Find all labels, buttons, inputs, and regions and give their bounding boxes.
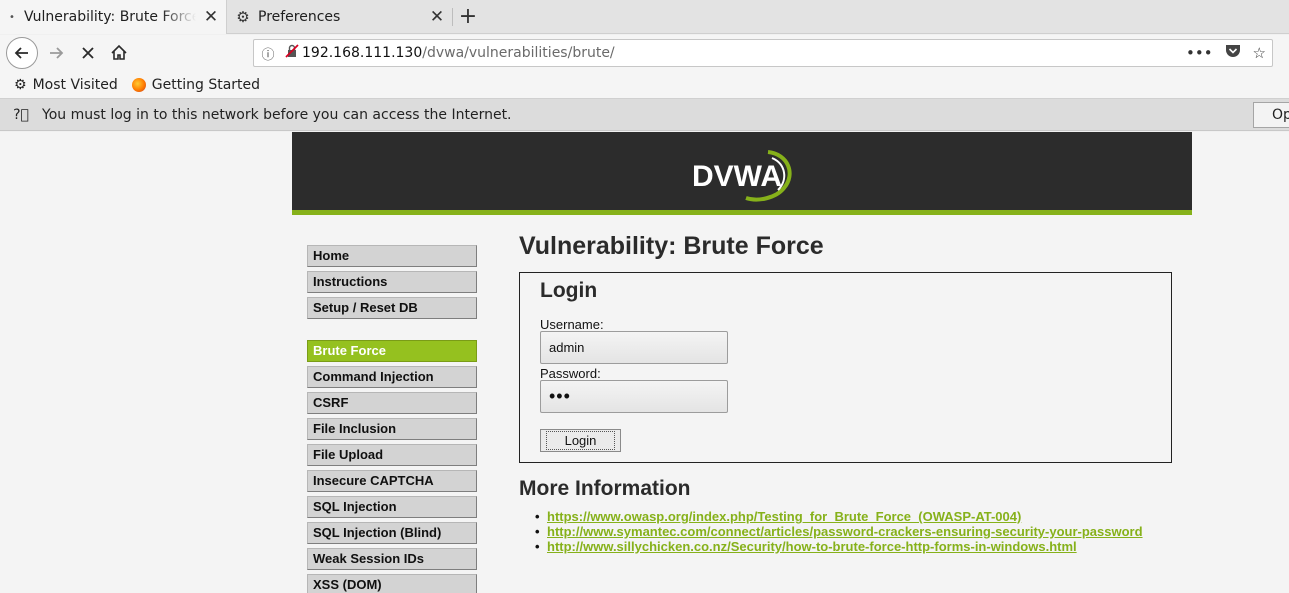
reference-link-owasp[interactable]: https://www.owasp.org/index.php/Testing_… [547,509,1021,524]
bookmark-label: Getting Started [151,76,261,93]
main-content: Vulnerability: Brute Force Login Usernam… [519,232,1172,554]
menu-item-weak-session-ids[interactable]: Weak Session IDs [307,548,477,570]
tab-brute-force[interactable]: • Vulnerability: Brute Force ✕ [0,0,227,34]
open-login-page-button[interactable]: Open [1253,102,1289,128]
bookmark-star-icon[interactable]: ☆ [1253,44,1266,62]
pocket-icon[interactable] [1225,44,1241,62]
sidebar-menu: Home Instructions Setup / Reset DB Brute… [307,245,477,593]
firefox-icon [131,77,146,92]
list-item: http://www.sillychicken.co.nz/Security/h… [535,539,1172,554]
arrow-left-icon [14,47,28,59]
menu-item-insecure-captcha[interactable]: Insecure CAPTCHA [307,470,477,492]
loading-dot-icon: • [9,11,15,23]
menu-item-file-upload[interactable]: File Upload [307,444,477,466]
home-button[interactable] [103,37,135,69]
tab-title: Vulnerability: Brute Force [24,9,196,25]
more-actions-icon[interactable]: ••• [1186,44,1213,62]
captive-portal-notification: ?⃝ You must log in to this network befor… [0,99,1289,131]
tab-preferences[interactable]: ⚙ Preferences ✕ [228,0,452,34]
menu-item-sql-injection[interactable]: SQL Injection [307,496,477,518]
insecure-lock-icon[interactable] [282,44,302,62]
tab-separator [452,8,453,26]
bookmark-getting-started[interactable]: Getting Started [131,76,261,93]
username-input[interactable]: admin [540,331,728,364]
svg-text:DVWA: DVWA [692,160,782,193]
menu-item-sql-injection-blind[interactable]: SQL Injection (Blind) [307,522,477,544]
reference-links: https://www.owasp.org/index.php/Testing_… [519,509,1172,554]
menu-item-command-injection[interactable]: Command Injection [307,366,477,388]
close-icon[interactable]: ✕ [196,7,226,27]
new-tab-button[interactable]: + [456,3,480,31]
stop-button[interactable] [72,37,104,69]
gear-icon: ⚙ [236,8,250,26]
username-label: Username: [540,317,604,332]
dvwa-container: DVWA Home Instructions Setup / Reset DB … [292,132,1192,593]
list-item: https://www.owasp.org/index.php/Testing_… [535,509,1172,524]
info-icon[interactable]: ⓘ [254,44,282,63]
gear-icon: ⚙ [14,76,27,93]
login-form: Login Username: admin Password: ••• Logi… [519,272,1172,463]
navigation-bar: ⓘ 192.168.111.130/dvwa/vulnerabilities/b… [0,35,1289,71]
password-input[interactable]: ••• [540,380,728,413]
help-icon: ?⃝ [13,106,29,123]
tab-bar: • Vulnerability: Brute Force ✕ ⚙ Prefere… [0,0,1289,34]
menu-item-csrf[interactable]: CSRF [307,392,477,414]
reference-link-symantec[interactable]: http://www.symantec.com/connect/articles… [547,524,1143,539]
forward-button[interactable] [40,37,72,69]
menu-item-instructions[interactable]: Instructions [307,271,477,293]
reference-link-sillychicken[interactable]: http://www.sillychicken.co.nz/Security/h… [547,539,1077,554]
arrow-right-icon [50,47,64,59]
bookmark-label: Most Visited [32,76,118,93]
tab-title: Preferences [258,9,341,25]
dvwa-logo: DVWA [692,150,792,202]
password-label: Password: [540,366,601,381]
more-information-heading: More Information [519,477,691,500]
login-button-label: Login [545,431,616,450]
bookmarks-toolbar: ⚙ Most Visited Getting Started [0,71,1289,99]
url-actions: ••• ☆ [1186,40,1266,66]
notice-text: You must log in to this network before y… [42,106,512,123]
back-button[interactable] [6,37,38,69]
dvwa-header: DVWA [292,132,1192,215]
login-button[interactable]: Login [540,429,621,452]
stop-icon [82,47,94,59]
menu-item-file-inclusion[interactable]: File Inclusion [307,418,477,440]
page-viewport: DVWA Home Instructions Setup / Reset DB … [0,132,1289,593]
close-icon[interactable]: ✕ [422,7,452,27]
menu-item-setup-reset-db[interactable]: Setup / Reset DB [307,297,477,319]
menu-item-brute-force[interactable]: Brute Force [307,340,477,362]
page-title: Vulnerability: Brute Force [519,232,824,260]
bookmark-most-visited[interactable]: ⚙ Most Visited [14,77,118,93]
home-icon [111,44,127,60]
menu-gap [307,323,477,340]
url-host: 192.168.111.130 [302,45,423,61]
login-heading: Login [540,279,598,302]
list-item: http://www.symantec.com/connect/articles… [535,524,1172,539]
menu-item-home[interactable]: Home [307,245,477,267]
url-path: /dvwa/vulnerabilities/brute/ [422,45,615,61]
url-bar[interactable]: ⓘ 192.168.111.130/dvwa/vulnerabilities/b… [253,39,1273,67]
menu-item-xss-dom[interactable]: XSS (DOM) [307,574,477,593]
